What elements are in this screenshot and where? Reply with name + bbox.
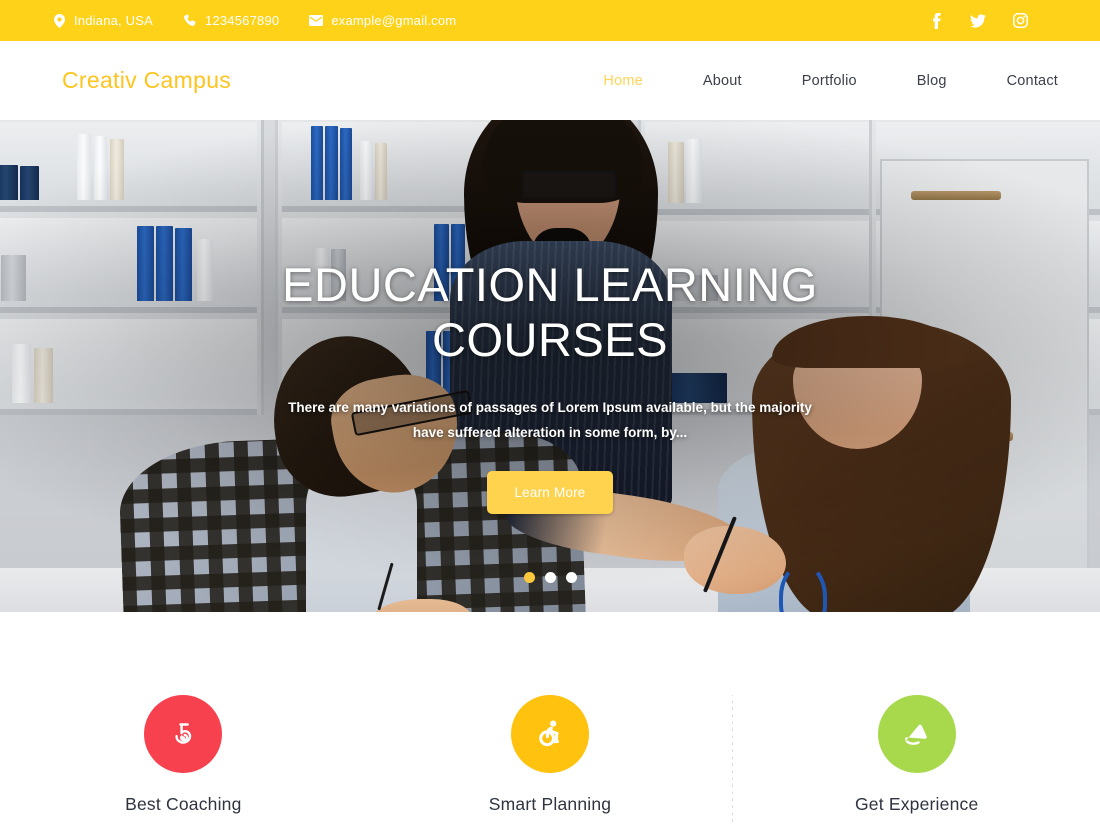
spiral-badge-icon xyxy=(166,717,200,751)
twitter-icon[interactable] xyxy=(970,13,986,29)
phone-icon xyxy=(183,14,197,28)
site-logo[interactable]: Creativ Campus xyxy=(62,67,231,94)
main-navigation: Home About Portfolio Blog Contact xyxy=(573,73,1058,89)
site-header: Creativ Campus Home About Portfolio Blog… xyxy=(0,41,1100,120)
top-contact-bar: Indiana, USA 1234567890 example@gmail.co… xyxy=(0,0,1100,41)
nav-item-about[interactable]: About xyxy=(673,73,772,89)
feature-best-coaching: Best Coaching xyxy=(0,695,367,815)
contact-email[interactable]: example@gmail.com xyxy=(309,13,456,28)
nav-item-contact[interactable]: Contact xyxy=(977,73,1058,89)
hero-title: EDUCATION LEARNING COURSES xyxy=(282,258,818,366)
contact-phone-text: 1234567890 xyxy=(205,13,280,28)
carousel-dot-3[interactable] xyxy=(565,572,577,583)
carousel-dot-1[interactable] xyxy=(523,572,535,583)
instagram-icon[interactable] xyxy=(1012,13,1028,29)
learn-more-button[interactable]: Learn More xyxy=(487,470,613,514)
nav-item-blog[interactable]: Blog xyxy=(887,73,977,89)
best-coaching-label: Best Coaching xyxy=(125,794,242,814)
hero-carousel: EDUCATION LEARNING COURSES There are man… xyxy=(0,120,1100,612)
smart-planning-icon-circle[interactable] xyxy=(511,695,589,773)
location-pin-icon xyxy=(52,13,66,28)
hero-subtitle: There are many variations of passages of… xyxy=(288,399,812,440)
best-coaching-icon-circle[interactable] xyxy=(144,695,223,773)
social-links xyxy=(928,12,1068,29)
facebook-icon[interactable] xyxy=(928,12,944,29)
get-experience-label: Get Experience xyxy=(854,794,979,814)
contact-phone[interactable]: 1234567890 xyxy=(183,13,279,28)
nav-item-home[interactable]: Home xyxy=(573,73,672,89)
carousel-dot-2[interactable] xyxy=(544,572,556,583)
feature-smart-planning: Smart Planning xyxy=(367,695,734,825)
envelope-icon xyxy=(309,14,324,28)
hang-glider-icon xyxy=(899,717,935,751)
contact-email-text: example@gmail.com xyxy=(331,13,457,28)
features-section: Best Coaching Smart Planning Get Experie… xyxy=(0,612,1100,825)
contact-location[interactable]: Indiana, USA xyxy=(52,13,153,28)
feature-get-experience: Get Experience xyxy=(733,695,1100,815)
top-contact-list: Indiana, USA 1234567890 example@gmail.co… xyxy=(52,13,456,28)
carousel-indicators xyxy=(0,572,1100,583)
contact-location-text: Indiana, USA xyxy=(74,13,154,28)
nav-item-portfolio[interactable]: Portfolio xyxy=(772,73,887,89)
hero-content: EDUCATION LEARNING COURSES There are man… xyxy=(0,120,1100,612)
accessible-wheelchair-icon xyxy=(533,717,567,751)
get-experience-icon-circle[interactable] xyxy=(877,695,956,773)
smart-planning-label: Smart Planning xyxy=(488,794,612,814)
